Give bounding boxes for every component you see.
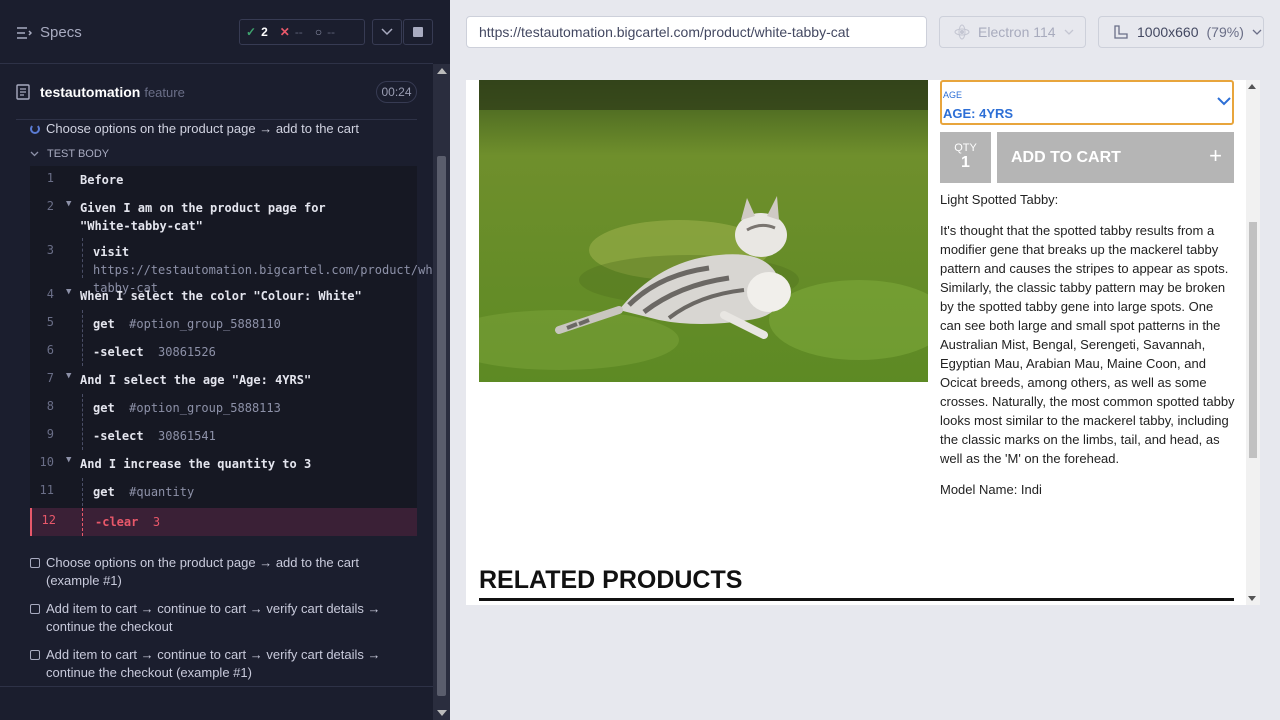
electron-icon [954, 24, 970, 40]
scrollbar-thumb[interactable] [1249, 222, 1257, 458]
pending-icon [30, 604, 40, 614]
running-test-title[interactable]: Choose options on the product page → add… [30, 121, 359, 136]
test-runner-panel: Specs ✓ 2 ✕ -- ○ -- testautomation feature … [0, 0, 462, 720]
test-stats: ✓ 2 ✕ -- ○ -- [239, 19, 365, 45]
chevron-down-icon: ▼ [66, 455, 72, 465]
command-row[interactable]: 11 get #quantity [30, 483, 417, 503]
test-item[interactable]: Add item to cart → continue to cart → ve… [30, 646, 410, 682]
scroll-down-arrow-icon[interactable] [1248, 596, 1256, 601]
scroll-down-arrow-icon[interactable] [437, 710, 447, 716]
command-row[interactable]: 7 ▼ And I select the age "Age: 4YRS" [30, 371, 417, 391]
command-row[interactable]: 1 Before [30, 171, 417, 191]
plus-icon: + [1209, 143, 1222, 168]
runner-scrollbar[interactable] [433, 64, 450, 720]
app-preview-panel: https://testautomation.bigcartel.com/pro… [450, 0, 1280, 720]
quantity-field[interactable]: QTY 1 [940, 132, 991, 183]
quantity-value: 1 [961, 154, 970, 171]
nesting-line [82, 508, 83, 536]
app-iframe: AGE AGE: 4YRS QTY 1 ADD TO CART + Light … [466, 80, 1260, 605]
specs-toggle[interactable]: Specs [16, 24, 82, 41]
command-row[interactable]: 5 get #option_group_5888110 [30, 315, 417, 335]
runner-header: Specs ✓ 2 ✕ -- ○ -- [0, 0, 433, 64]
passed-count: ✓ 2 [246, 25, 268, 39]
command-row[interactable]: 3 visit https://testautomation.bigcartel.… [30, 243, 462, 295]
pending-icon [30, 650, 40, 660]
divider [479, 598, 1234, 601]
chevron-down-icon [30, 151, 39, 157]
chevron-down-icon: ▼ [66, 371, 72, 381]
divider [0, 686, 433, 687]
pending-icon [30, 558, 40, 568]
viewport-selector[interactable]: 1000x660 (79%) [1098, 16, 1264, 48]
dropdown-button[interactable] [372, 19, 402, 45]
specs-label: Specs [40, 24, 82, 41]
run-timer: 00:24 [376, 81, 417, 103]
x-icon: ✕ [279, 25, 290, 39]
scroll-up-arrow-icon[interactable] [1248, 84, 1256, 89]
command-row[interactable]: 2 ▼ Given I am on the product page for "Wh… [30, 199, 417, 235]
stop-icon [413, 27, 423, 37]
test-body-toggle[interactable]: TEST BODY [30, 148, 109, 160]
age-select[interactable]: AGE AGE: 4YRS [940, 80, 1234, 125]
quantity-label: QTY [954, 142, 977, 154]
document-icon [16, 84, 30, 100]
command-row[interactable]: 8 get #option_group_5888113 [30, 399, 417, 419]
product-description: Light Spotted Tabby: It's thought that t… [940, 190, 1236, 511]
add-to-cart-button[interactable]: ADD TO CART + [997, 132, 1234, 183]
divider [16, 119, 417, 120]
list-icon [17, 26, 32, 39]
related-products-heading: RELATED PRODUCTS [479, 566, 743, 594]
spec-file-header[interactable]: testautomation feature 00:24 [16, 80, 417, 104]
check-icon: ✓ [246, 25, 257, 39]
test-item[interactable]: Choose options on the product page → add… [30, 554, 410, 590]
command-row[interactable]: 4 ▼ When I select the color "Colour: White… [30, 287, 417, 307]
chevron-down-icon [381, 28, 393, 36]
stop-button[interactable] [403, 19, 433, 45]
pending-count: ○ -- [314, 25, 336, 39]
chevron-down-icon [1252, 29, 1262, 35]
page-scrollbar[interactable] [1246, 80, 1260, 605]
command-row[interactable]: 10 ▼ And I increase the quantity to 3 [30, 455, 417, 475]
scrollbar-thumb[interactable] [437, 156, 446, 696]
spinner-icon [30, 123, 40, 134]
chevron-down-icon [1217, 97, 1231, 106]
description-body: It's thought that the spotted tabby resu… [940, 223, 1235, 466]
product-image [479, 80, 928, 382]
model-name: Model Name: Indi [940, 482, 1042, 497]
spec-file-tag: feature [144, 84, 185, 100]
url-bar[interactable]: https://testautomation.bigcartel.com/pro… [466, 16, 927, 48]
chevron-down-icon: ▼ [66, 199, 72, 209]
scroll-up-arrow-icon[interactable] [437, 68, 447, 74]
spec-file-name: testautomation [40, 84, 141, 100]
test-item[interactable]: Add item to cart → continue to cart → ve… [30, 600, 410, 636]
age-select-value: AGE: 4YRS [943, 106, 1014, 121]
chevron-down-icon [1064, 29, 1074, 35]
command-row[interactable]: 6 -select 30861526 [30, 343, 417, 363]
failed-command-row[interactable]: 12 -clear 3 [30, 508, 417, 536]
command-row[interactable]: 9 -select 30861541 [30, 427, 417, 447]
description-title: Light Spotted Tabby: [940, 192, 1059, 207]
browser-selector[interactable]: Electron 114 [939, 16, 1086, 48]
failed-count: ✕ -- [279, 25, 303, 39]
command-log: 1 Before 2 ▼ Given I am on the product page… [30, 166, 462, 536]
ruler-icon [1114, 25, 1128, 39]
chevron-down-icon: ▼ [66, 287, 72, 297]
age-select-label: AGE [943, 90, 963, 100]
circle-icon: ○ [314, 25, 323, 39]
